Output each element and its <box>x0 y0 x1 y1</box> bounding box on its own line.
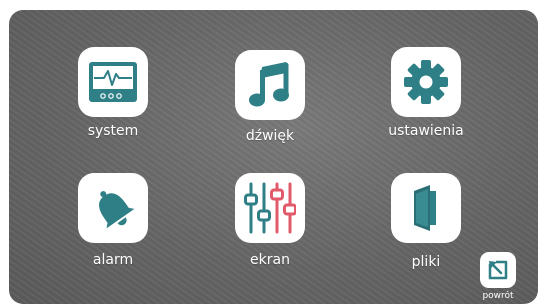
screen-tile[interactable] <box>235 173 305 243</box>
files-tile[interactable] <box>391 173 461 243</box>
settings-tile[interactable] <box>391 47 461 117</box>
sliders-icon <box>244 182 296 234</box>
music-note-icon <box>249 62 289 107</box>
system-tile[interactable] <box>78 47 148 117</box>
files-label: pliki <box>411 254 441 270</box>
monitor-pulse-icon <box>89 62 137 102</box>
sound-label: dźwięk <box>245 128 295 144</box>
back-label: powrót <box>482 291 514 301</box>
folder-icon <box>414 185 436 231</box>
alarm-label: alarm <box>92 252 134 268</box>
bell-icon <box>99 191 135 229</box>
return-arrow-icon <box>488 260 508 280</box>
settings-label: ustawienia <box>388 123 464 139</box>
gear-icon <box>404 60 448 104</box>
menu-screen: system dźwięk ustawienia alarm ekran pli… <box>9 10 538 304</box>
screen-label: ekran <box>250 252 290 268</box>
back-button[interactable] <box>480 252 516 288</box>
alarm-tile[interactable] <box>78 173 148 243</box>
sound-tile[interactable] <box>235 50 305 120</box>
system-label: system <box>87 123 139 139</box>
